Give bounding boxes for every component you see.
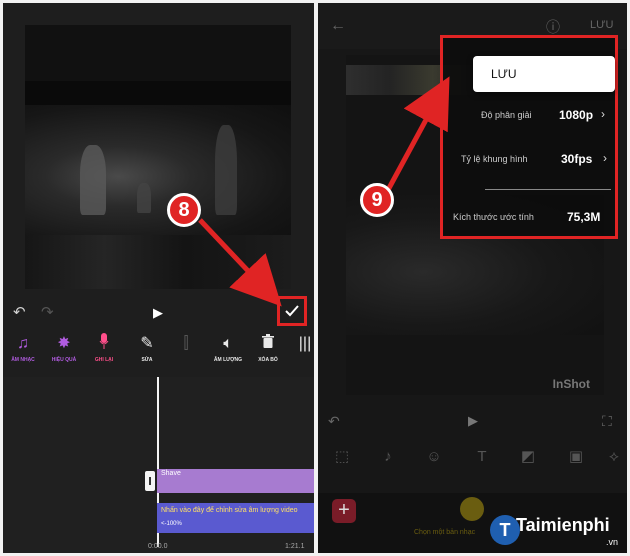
redo-icon[interactable]: ↷: [41, 299, 54, 327]
music-track-dot[interactable]: [460, 497, 484, 521]
step-badge-9: 9: [360, 183, 394, 217]
estimated-size-value: 75,3M: [567, 210, 601, 224]
clip-trim-handle[interactable]: [145, 471, 155, 491]
tool-volume-label: ÂM LƯỢNG: [213, 357, 243, 363]
tool-split[interactable]: ⫿: [166, 333, 206, 355]
tool-volume[interactable]: 🔈︎ ÂM LƯỢNG: [208, 333, 248, 365]
inshot-watermark: InShot: [552, 377, 590, 391]
tool-waveform[interactable]: |||: [285, 333, 314, 355]
tool-edit-label: SỬA: [141, 357, 153, 363]
tool-music[interactable]: ♪: [368, 447, 408, 467]
waveform-icon: |||: [298, 335, 312, 352]
save-button[interactable]: LƯU: [590, 19, 613, 31]
tool-effect-label: HIỆU QUẢ: [51, 357, 77, 363]
taimienphi-logo: T Taimienphi .vn: [490, 511, 626, 551]
tool-delete-label: XÓA BỎ: [258, 357, 278, 363]
setting-estimated-size: Kích thước ước tính 75,3M: [443, 208, 615, 228]
setting-frame-rate[interactable]: Tỷ lệ khung hình 30fps ›: [443, 150, 615, 170]
volume-percent: <-100%: [161, 521, 182, 527]
effect-icon: ✸: [57, 335, 71, 352]
tool-canvas[interactable]: ⬚: [322, 447, 362, 467]
timeline[interactable]: Shave Nhấn vào đây để chỉnh sửa âm lượng…: [3, 377, 314, 553]
step-badge-8: 8: [167, 193, 201, 227]
volume-hint: Nhấn vào đây để chỉnh sửa âm lượng video: [161, 507, 298, 514]
video-volume-clip[interactable]: Nhấn vào đây để chỉnh sửa âm lượng video…: [157, 503, 314, 533]
video-preview[interactable]: [25, 25, 291, 289]
letterbox-bottom: [25, 235, 291, 289]
video-frame: [25, 105, 291, 235]
pip-icon: ▣: [568, 448, 584, 465]
music-hint: Chọn một bản nhạc: [414, 529, 476, 536]
time-end: 1:21.1: [285, 543, 305, 550]
music-clip[interactable]: Shave: [157, 469, 314, 493]
save-menu-item[interactable]: LƯU: [473, 56, 615, 92]
editing-toolbar: ♫ ÂM NHẠC ✸ HIỆU QUẢ GHI LẠI ✎ SỬA ⫿ 🔈︎ …: [3, 333, 314, 377]
tool-music[interactable]: ♫ ÂM NHẠC: [3, 333, 43, 365]
tool-edit[interactable]: ✎ SỬA: [127, 333, 167, 365]
playback-controls: ↶ ↷ ▶: [3, 299, 314, 327]
mic-icon: [84, 333, 124, 355]
volume-icon: 🔈︎: [223, 335, 233, 352]
play-icon[interactable]: ▶: [153, 299, 163, 327]
chevron-right-icon: ›: [603, 151, 607, 165]
right-save-panel: ← ⓘ LƯU InShot ↶ ▶ ⛶ ⬚ ♪ ☺ T ◩ ▣ ⟡ + Chọ…: [318, 3, 627, 553]
estimated-size-label: Kích thước ước tính: [453, 212, 534, 222]
play-icon[interactable]: ▶: [468, 413, 478, 429]
save-settings-popup: LƯU Độ phân giải 1080p › Tỷ lệ khung hìn…: [440, 35, 618, 239]
split-icon: ⫿: [183, 335, 189, 352]
add-button[interactable]: +: [332, 499, 356, 523]
letterbox-bar: [25, 81, 291, 105]
figure-small: [137, 183, 151, 213]
resolution-label: Độ phân giải: [481, 110, 532, 120]
tool-record[interactable]: GHI LẠI: [84, 333, 124, 365]
sticker-icon: ☺: [426, 448, 442, 465]
resolution-value: 1080p: [559, 108, 594, 122]
slider-line[interactable]: [485, 189, 611, 190]
figure-left: [80, 145, 106, 215]
tool-delete[interactable]: XÓA BỎ: [248, 333, 288, 365]
frame-rate-value: 30fps: [561, 152, 593, 166]
frame-rate-label: Tỷ lệ khung hình: [461, 154, 528, 164]
figure-right: [215, 125, 237, 215]
confirm-button[interactable]: [277, 296, 307, 326]
tool-crop[interactable]: ⟡: [594, 447, 627, 467]
back-arrow-icon[interactable]: ←: [330, 17, 346, 35]
check-icon: [285, 305, 299, 317]
save-menu-label: LƯU: [491, 67, 517, 81]
trash-icon: [248, 333, 288, 355]
tool-filter[interactable]: ◩: [508, 447, 548, 467]
tool-effect[interactable]: ✸ HIỆU QUẢ: [44, 333, 84, 365]
tool-pip[interactable]: ▣: [556, 447, 596, 467]
tool-text[interactable]: T: [462, 447, 502, 467]
music-clip-label: Shave: [161, 470, 181, 477]
editing-toolbar: ⬚ ♪ ☺ T ◩ ▣ ⟡: [318, 447, 627, 491]
undo-icon[interactable]: ↶: [13, 299, 26, 327]
canvas-icon: ⬚: [334, 448, 350, 465]
time-start: 0:00.0: [148, 543, 168, 550]
text-icon: T: [477, 448, 487, 465]
tool-record-label: GHI LẠI: [94, 357, 114, 363]
tool-music-label: ÂM NHẠC: [11, 357, 35, 363]
logo-text: Taimienphi: [516, 515, 610, 535]
undo-icon[interactable]: ↶: [328, 413, 340, 430]
crop-icon: ⟡: [609, 448, 619, 465]
fullscreen-icon[interactable]: ⛶: [602, 413, 612, 430]
letterbox-top: [25, 25, 291, 81]
music-icon: ♪: [384, 448, 392, 465]
left-editor-panel: ↶ ↷ ▶ ♫ ÂM NHẠC ✸ HIỆU QUẢ GHI LẠI ✎ SỬA…: [3, 3, 314, 553]
logo-domain: .vn: [605, 537, 618, 547]
music-icon: ♫: [17, 335, 29, 352]
help-icon[interactable]: ⓘ: [546, 17, 560, 37]
tool-sticker[interactable]: ☺: [414, 447, 454, 467]
filter-icon: ◩: [520, 448, 536, 465]
setting-resolution[interactable]: Độ phân giải 1080p ›: [443, 106, 615, 126]
edit-icon: ✎: [140, 335, 154, 352]
chevron-right-icon: ›: [601, 107, 605, 121]
